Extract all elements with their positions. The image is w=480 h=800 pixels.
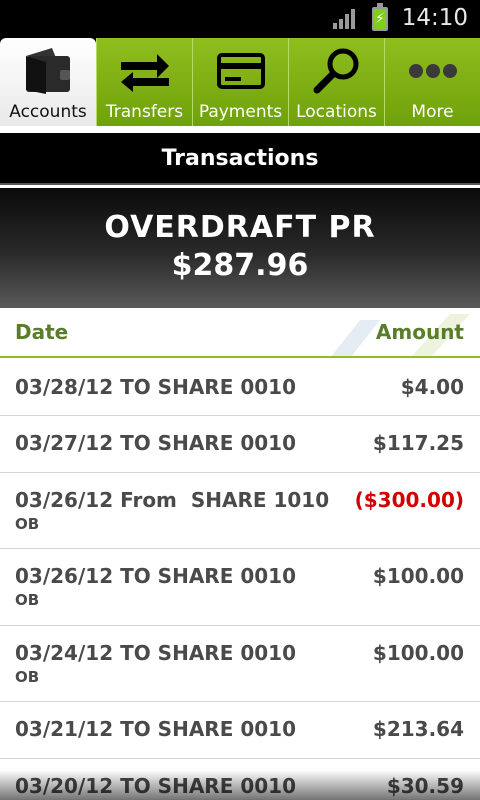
column-amount[interactable]: Amount <box>376 320 464 344</box>
battery-icon: ⚡ <box>372 3 388 31</box>
credit-card-icon <box>193 44 289 98</box>
tab-locations[interactable]: Locations <box>288 38 384 126</box>
tab-payments[interactable]: Payments <box>192 38 288 126</box>
transaction-list[interactable]: 03/28/12 TO SHARE 0010 $4.00 03/27/12 TO… <box>0 360 480 800</box>
transaction-subtext: OB <box>15 668 40 686</box>
transaction-description: 03/26/12 TO SHARE 0010 <box>15 564 296 588</box>
tab-label: Payments <box>198 102 283 122</box>
transaction-row[interactable]: 03/26/12 TO SHARE 0010 OB $100.00 <box>0 549 480 626</box>
transaction-row[interactable]: 03/28/12 TO SHARE 0010 $4.00 <box>0 360 480 416</box>
status-bar: ⚡ 14:10 <box>0 0 480 38</box>
transaction-row[interactable]: 03/20/12 TO SHARE 0010 $30.59 <box>0 759 480 800</box>
transaction-row[interactable]: 03/27/12 TO SHARE 0010 $117.25 <box>0 416 480 473</box>
tab-bar: Accounts Transfers Payments Locations Mo… <box>0 38 480 126</box>
transaction-description: 03/24/12 TO SHARE 0010 <box>15 641 296 665</box>
transaction-amount: $30.59 <box>386 774 464 798</box>
transaction-amount: $213.64 <box>372 717 464 741</box>
account-summary: OVERDRAFT PR $287.96 <box>0 188 480 308</box>
more-dots-icon <box>385 44 480 98</box>
transaction-row[interactable]: 03/26/12 From SHARE 1010 OB ($300.00) <box>0 473 480 549</box>
account-name: OVERDRAFT PR <box>104 210 376 245</box>
transaction-amount: ($300.00) <box>354 488 464 512</box>
tab-label: More <box>411 102 454 122</box>
transaction-description: 03/20/12 TO SHARE 0010 <box>15 774 296 798</box>
signal-strength-icon <box>333 9 355 29</box>
transaction-amount: $100.00 <box>372 564 464 588</box>
tab-label: Transfers <box>105 102 184 122</box>
tab-label: Accounts <box>9 102 87 122</box>
transaction-amount: $100.00 <box>372 641 464 665</box>
column-date[interactable]: Date <box>15 320 68 344</box>
column-header: Date Amount <box>0 310 480 358</box>
tab-accounts[interactable]: Accounts <box>0 38 96 126</box>
page-header: Transactions <box>0 133 480 185</box>
magnifier-icon <box>289 44 385 98</box>
page-title: Transactions <box>161 145 319 171</box>
transaction-amount: $117.25 <box>372 431 464 455</box>
transaction-description: 03/27/12 TO SHARE 0010 <box>15 431 296 455</box>
transaction-row[interactable]: 03/21/12 TO SHARE 0010 $213.64 <box>0 702 480 759</box>
transaction-subtext: OB <box>15 591 40 609</box>
account-balance: $287.96 <box>171 248 309 283</box>
status-clock: 14:10 <box>401 5 468 31</box>
tab-label: Locations <box>296 102 377 122</box>
transaction-description: 03/28/12 TO SHARE 0010 <box>15 375 296 399</box>
transaction-row[interactable]: 03/24/12 TO SHARE 0010 OB $100.00 <box>0 626 480 702</box>
transfer-arrows-icon <box>97 44 193 98</box>
transaction-description: 03/26/12 From SHARE 1010 <box>15 488 330 512</box>
wallet-icon <box>0 44 96 98</box>
transaction-amount: $4.00 <box>400 375 464 399</box>
tab-more[interactable]: More <box>384 38 480 126</box>
tab-transfers[interactable]: Transfers <box>96 38 192 126</box>
transaction-subtext: OB <box>15 515 40 533</box>
transaction-description: 03/21/12 TO SHARE 0010 <box>15 717 296 741</box>
